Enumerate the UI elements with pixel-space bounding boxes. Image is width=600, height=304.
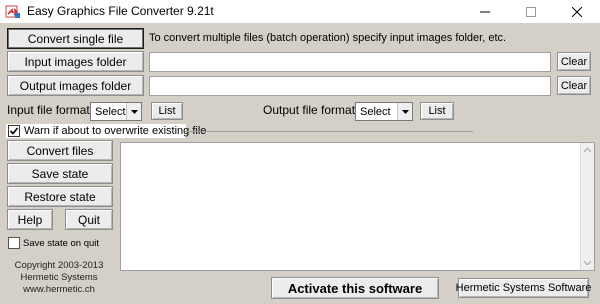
convert-single-file-button[interactable]: Convert single file — [7, 28, 144, 49]
maximize-button[interactable] — [508, 0, 554, 23]
batch-hint-text: To convert multiple files (batch operati… — [149, 32, 507, 44]
app-icon — [5, 4, 21, 20]
warn-overwrite-checkbox[interactable] — [8, 125, 20, 137]
client-area: Convert single file To convert multiple … — [0, 23, 600, 304]
convert-files-button[interactable]: Convert files — [7, 140, 113, 161]
clear-output-folder-button[interactable]: Clear — [557, 76, 591, 95]
copyright-block: Copyright 2003-2013 Hermetic Systems www… — [4, 260, 114, 296]
chevron-down-icon — [584, 261, 591, 265]
scroll-down-button[interactable] — [581, 256, 594, 270]
chevron-down-icon — [126, 103, 141, 120]
save-state-on-quit-label: Save state on quit — [23, 238, 100, 249]
close-icon — [572, 6, 582, 17]
clear-input-folder-button[interactable]: Clear — [557, 52, 591, 71]
divider-line — [185, 131, 473, 132]
chevron-up-icon — [584, 148, 591, 152]
hermetic-systems-software-button[interactable]: Hermetic Systems Software — [456, 278, 591, 298]
activate-software-button[interactable]: Activate this software — [271, 277, 439, 299]
input-folder-field[interactable] — [149, 52, 551, 72]
warn-overwrite-label: Warn if about to overwrite existing file — [24, 125, 207, 137]
output-format-list-button[interactable]: List — [420, 102, 454, 120]
output-format-select[interactable]: Select — [355, 102, 413, 121]
output-format-label: Output file format: — [263, 103, 359, 117]
app-window: Easy Graphics File Converter 9.21t Conve… — [0, 0, 600, 304]
output-images-folder-button[interactable]: Output images folder — [7, 75, 144, 96]
vertical-scrollbar[interactable] — [580, 143, 594, 270]
save-state-on-quit-checkbox[interactable] — [8, 237, 20, 249]
input-format-list-button[interactable]: List — [151, 102, 183, 120]
close-button[interactable] — [554, 0, 600, 23]
warn-overwrite-option[interactable]: Warn if about to overwrite existing file — [6, 124, 206, 138]
minimize-button[interactable] — [462, 0, 508, 23]
maximize-icon — [526, 6, 536, 17]
log-text-area[interactable] — [120, 142, 595, 271]
company-name: Hermetic Systems — [20, 272, 98, 283]
restore-state-button[interactable]: Restore state — [7, 186, 113, 207]
output-folder-field[interactable] — [149, 76, 551, 96]
minimize-icon — [480, 11, 490, 12]
chevron-down-icon — [397, 103, 412, 120]
scroll-up-button[interactable] — [581, 143, 594, 157]
help-button[interactable]: Help — [7, 209, 53, 230]
copyright-text: Copyright 2003-2013 — [14, 260, 104, 271]
output-format-value: Select — [360, 105, 391, 118]
input-images-folder-button[interactable]: Input images folder — [7, 51, 144, 72]
input-format-value: Select — [95, 105, 126, 118]
title-bar[interactable]: Easy Graphics File Converter 9.21t — [0, 0, 600, 23]
input-format-label: Input file format: — [7, 103, 94, 117]
website-text[interactable]: www.hermetic.ch — [4, 284, 114, 296]
input-format-select[interactable]: Select — [90, 102, 142, 121]
window-title: Easy Graphics File Converter 9.21t — [27, 4, 214, 18]
checkmark-icon — [9, 127, 19, 135]
quit-button[interactable]: Quit — [65, 209, 113, 230]
save-state-button[interactable]: Save state — [7, 163, 113, 184]
